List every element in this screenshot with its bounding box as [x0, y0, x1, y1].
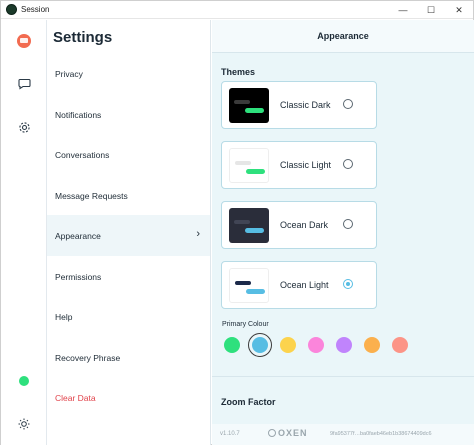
colour-swatch-pink[interactable]	[308, 337, 324, 353]
panel-header: Appearance	[212, 20, 474, 53]
messages-button[interactable]	[1, 77, 47, 90]
oxen-logo-icon	[268, 429, 276, 437]
online-status-icon	[19, 376, 29, 386]
section-divider	[212, 376, 474, 377]
chat-icon	[17, 78, 31, 90]
themes-heading: Themes	[221, 67, 256, 77]
appearance-panel: Appearance Themes Classic Dark Classic L…	[212, 20, 474, 445]
colour-swatch-green[interactable]	[224, 337, 240, 353]
commit-hash: 9fa95377f…ba0faeb46eb1b38674409dc6	[330, 431, 432, 437]
settings-title: Settings	[53, 29, 113, 46]
theme-preview	[229, 208, 269, 243]
theme-option-ocean-dark[interactable]: Ocean Dark	[221, 201, 377, 249]
menu-item-label: Recovery Phrase	[55, 352, 121, 363]
sun-icon	[18, 418, 30, 430]
menu-item-clear-data[interactable]: Clear Data	[47, 377, 210, 418]
colour-swatch-yellow[interactable]	[280, 337, 296, 353]
theme-label: Classic Light	[280, 160, 332, 170]
menu-item-notifications[interactable]: Notifications	[47, 94, 210, 135]
settings-sidebar: Settings Privacy Notifications Conversat…	[47, 20, 211, 445]
theme-option-ocean-light[interactable]: Ocean Light	[221, 261, 377, 309]
menu-item-permissions[interactable]: Permissions	[47, 256, 210, 297]
avatar-icon	[17, 34, 31, 48]
version-label: v1.10.7	[220, 431, 240, 437]
menu-item-label: Conversations	[55, 149, 110, 160]
app-window: Session — ☐ ✕ Settings Privacy Notificat…	[0, 0, 474, 445]
theme-toggle-button[interactable]	[1, 418, 47, 430]
zoom-factor-heading: Zoom Factor	[221, 397, 276, 407]
theme-preview	[229, 148, 269, 183]
window-title: Session	[21, 5, 50, 14]
menu-item-appearance[interactable]: Appearance ›	[47, 215, 210, 256]
maximize-button[interactable]: ☐	[417, 1, 445, 19]
theme-label: Ocean Dark	[280, 220, 329, 230]
menu-item-label: Notifications	[55, 109, 102, 120]
theme-label: Classic Dark	[280, 100, 331, 110]
window-controls: — ☐ ✕	[389, 1, 473, 19]
primary-colour-label: Primary Colour	[222, 321, 269, 328]
minimize-button[interactable]: —	[389, 1, 417, 19]
menu-item-privacy[interactable]: Privacy	[47, 53, 210, 94]
colour-swatch-blue[interactable]	[248, 333, 272, 357]
theme-radio[interactable]	[343, 219, 353, 229]
theme-preview	[229, 268, 269, 303]
oxen-brand: OXEN	[268, 428, 308, 438]
session-logo-icon	[6, 4, 17, 15]
colour-swatch-orange[interactable]	[364, 337, 380, 353]
menu-item-label: Clear Data	[55, 392, 96, 403]
gear-icon	[18, 122, 30, 133]
menu-item-label: Help	[55, 311, 73, 322]
menu-item-help[interactable]: Help	[47, 296, 210, 337]
version-footer: v1.10.7 OXEN 9fa95377f…ba0faeb46eb1b3867…	[212, 424, 474, 445]
menu-item-conversations[interactable]: Conversations	[47, 134, 210, 175]
menu-item-label: Message Requests	[55, 190, 128, 201]
close-button[interactable]: ✕	[445, 1, 473, 19]
theme-radio[interactable]	[343, 99, 353, 109]
oxen-brand-text: OXEN	[278, 428, 308, 438]
title-bar: Session — ☐ ✕	[1, 1, 473, 19]
online-status	[1, 376, 47, 386]
colour-swatch-purple[interactable]	[336, 337, 352, 353]
menu-item-label: Permissions	[55, 271, 102, 282]
theme-label: Ocean Light	[280, 280, 329, 290]
menu-item-label: Privacy	[55, 68, 83, 79]
left-rail	[1, 20, 47, 445]
theme-radio-selected[interactable]	[343, 279, 353, 289]
menu-item-message-requests[interactable]: Message Requests	[47, 175, 210, 216]
theme-radio[interactable]	[343, 159, 353, 169]
menu-item-recovery-phrase[interactable]: Recovery Phrase	[47, 337, 210, 378]
menu-item-label: Appearance	[55, 230, 101, 241]
theme-option-classic-dark[interactable]: Classic Dark	[221, 81, 377, 129]
theme-option-classic-light[interactable]: Classic Light	[221, 141, 377, 189]
theme-preview	[229, 88, 269, 123]
colour-swatch-red[interactable]	[392, 337, 408, 353]
chevron-right-icon: ›	[196, 228, 200, 240]
profile-avatar-button[interactable]	[1, 34, 47, 48]
settings-button[interactable]	[1, 121, 47, 134]
